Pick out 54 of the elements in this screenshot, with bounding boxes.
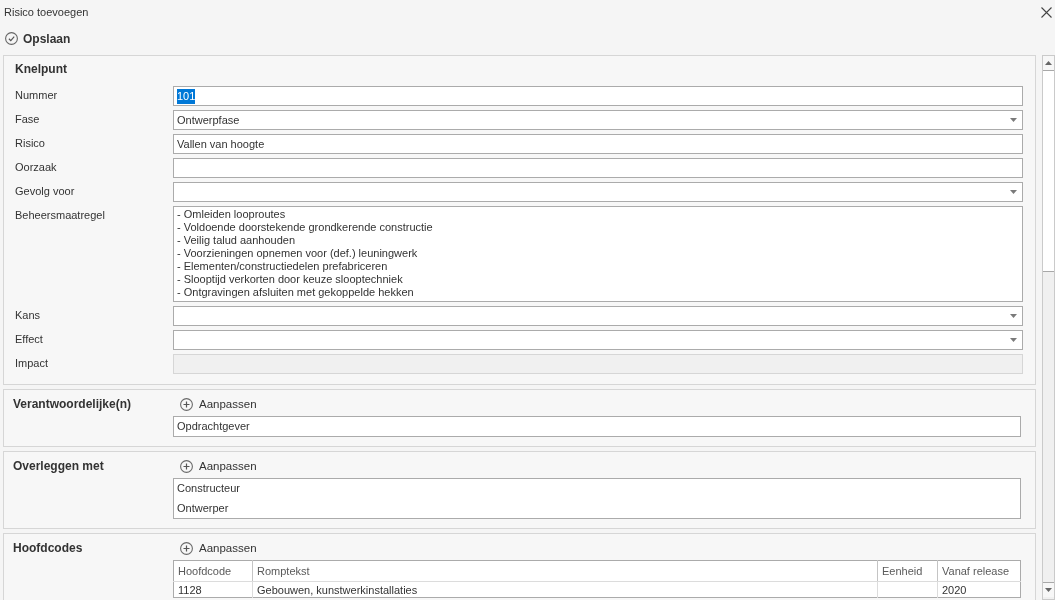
list-item[interactable]: Opdrachtgever: [177, 420, 250, 433]
scrollbar-thumb[interactable]: [1043, 71, 1054, 272]
list-item[interactable]: Constructeur: [177, 482, 240, 495]
text-field[interactable]: Vallen van hoogte: [173, 134, 1023, 154]
column-header[interactable]: Vanaf release: [937, 560, 1021, 582]
textarea-field[interactable]: - Omleiden looproutes - Voldoende doorstekende grondkerende constructie - Veilig talud aanhouden - Voorzieningen opnemen voor (def.) leuningwerk - Elementen/constructiedelen prefabriceren - Slooptijd verkorten door keuze slooptechniek - Ontgravingen afsluiten met gekoppelde hekken: [173, 206, 1023, 302]
section-title: Verantwoordelijke(n): [13, 396, 132, 412]
window-title: Risico toevoegen: [4, 5, 90, 19]
dropdown-field[interactable]: [173, 306, 1023, 326]
text-field[interactable]: [173, 158, 1023, 178]
field-label: Fase: [15, 112, 40, 126]
list-item[interactable]: Ontwerper: [177, 502, 229, 515]
close-button[interactable]: [1041, 6, 1052, 18]
field-label: Impact: [15, 356, 48, 370]
dropdown-field[interactable]: [173, 182, 1023, 202]
field-label: Oorzaak: [15, 160, 57, 174]
field-label: Gevolg voor: [15, 184, 75, 198]
list-box[interactable]: Opdrachtgever: [173, 416, 1021, 437]
section-title: Hoofdcodes: [13, 540, 83, 556]
column-header[interactable]: Eenheid: [877, 560, 938, 582]
list-box[interactable]: Constructeur Ontwerper: [173, 478, 1021, 519]
save-button[interactable]: Opslaan: [5, 30, 71, 47]
section-title: Overleggen met: [13, 458, 104, 474]
scroll-up-button[interactable]: [1043, 56, 1054, 71]
table-cell: 2020: [937, 581, 1021, 598]
field-label: Nummer: [15, 88, 58, 102]
edit-button[interactable]: Aanpassen: [180, 458, 257, 474]
scroll-down-button[interactable]: [1043, 582, 1054, 597]
table-cell: Gebouwen, kunstwerkinstallaties: [252, 581, 878, 598]
edit-button[interactable]: Aanpassen: [180, 396, 257, 412]
text-field[interactable]: 101: [173, 86, 1023, 106]
plus-circle-icon: [180, 541, 193, 555]
field-label: Beheersmaatregel: [15, 208, 105, 222]
up-arrow-icon: [1045, 61, 1052, 65]
field-label: Kans: [15, 308, 41, 322]
down-arrow-icon: [1045, 588, 1052, 592]
caret-icon: [1010, 190, 1017, 194]
check-circle-icon: [5, 32, 18, 45]
dropdown-field[interactable]: [173, 330, 1023, 350]
close-icon: [1041, 6, 1052, 18]
plus-circle-icon: [180, 459, 193, 473]
caret-icon: [1010, 118, 1017, 122]
scrollbar[interactable]: [1042, 55, 1055, 600]
caret-icon: [1010, 338, 1017, 342]
field-label: Risico: [15, 136, 45, 150]
column-header[interactable]: Romptekst: [252, 560, 878, 582]
caret-icon: [1010, 314, 1017, 318]
section-title: Knelpunt: [15, 62, 67, 76]
dropdown-field[interactable]: Ontwerpfase: [173, 110, 1023, 130]
field-label: Effect: [15, 332, 43, 346]
edit-button[interactable]: Aanpassen: [180, 540, 257, 556]
column-header[interactable]: Hoofdcode: [173, 560, 253, 582]
table-cell: 1128: [173, 581, 253, 598]
plus-circle-icon: [180, 397, 193, 411]
